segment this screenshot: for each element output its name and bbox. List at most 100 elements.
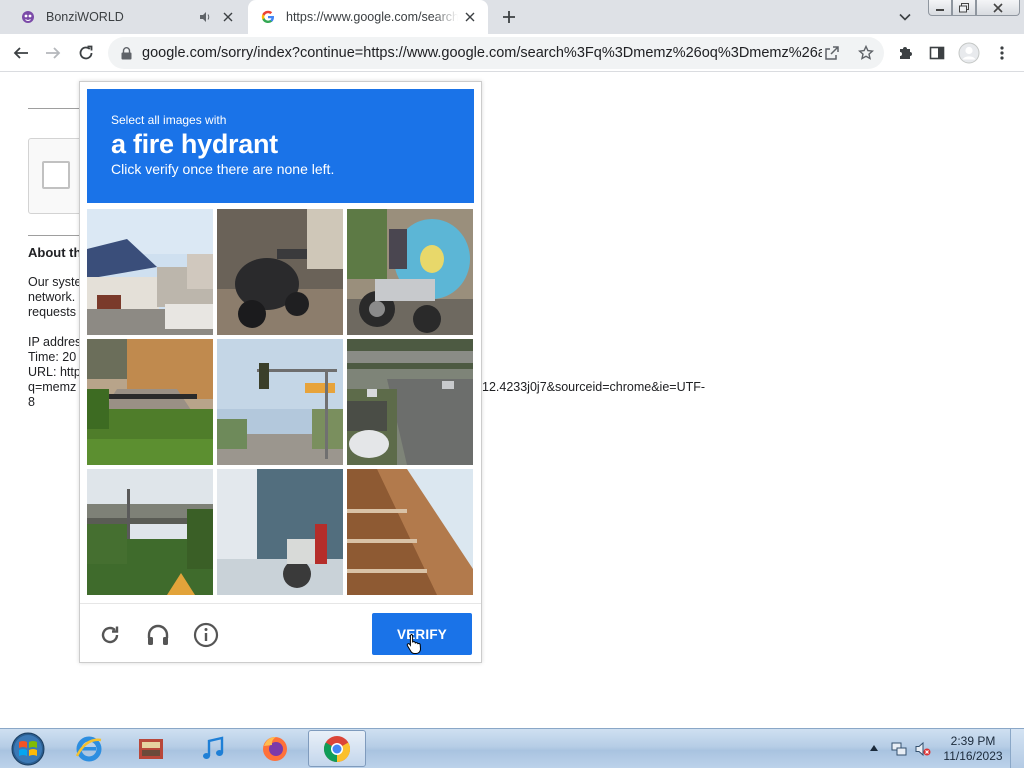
url-line: 8 xyxy=(28,395,35,409)
address-bar[interactable]: google.com/sorry/index?continue=https://… xyxy=(108,37,884,69)
back-button[interactable] xyxy=(7,39,35,67)
bookmark-star-icon[interactable] xyxy=(854,41,878,65)
tab-search-button[interactable] xyxy=(893,6,917,28)
headphones-icon xyxy=(147,624,169,645)
url-text[interactable]: google.com/sorry/index?continue=https://… xyxy=(142,45,822,61)
reload-challenge-button[interactable] xyxy=(95,620,125,650)
image-tile[interactable] xyxy=(217,209,343,335)
internet-explorer-icon xyxy=(75,736,102,761)
divider xyxy=(28,108,80,109)
kebab-menu-icon xyxy=(1000,46,1004,60)
profile-button[interactable] xyxy=(955,39,983,67)
ip-address-line: IP addres xyxy=(28,335,82,349)
forward-button[interactable] xyxy=(39,39,67,67)
image-tile[interactable] xyxy=(347,209,473,335)
reload-icon xyxy=(79,45,93,60)
itunes-icon xyxy=(203,735,224,759)
taskbar-media-center[interactable] xyxy=(122,730,180,767)
new-tab-button[interactable] xyxy=(497,5,521,29)
paragraph-line: requests xyxy=(28,305,76,319)
taskbar-itunes[interactable] xyxy=(184,730,242,767)
divider xyxy=(28,235,80,236)
arrow-left-icon xyxy=(13,47,28,59)
taskbar: 2:39 PM 11/16/2023 xyxy=(0,728,1024,768)
side-panel-button[interactable] xyxy=(923,39,951,67)
tab-title: https://www.google.com/search? xyxy=(286,10,458,24)
image-tile[interactable] xyxy=(347,469,473,595)
tab-bonziworld[interactable]: BonziWORLD xyxy=(8,0,246,34)
house-with-solar-panels-image xyxy=(87,209,213,335)
image-tile[interactable] xyxy=(87,209,213,335)
url-line: q=memz xyxy=(28,380,77,394)
volume-muted-icon[interactable] xyxy=(914,740,932,758)
time-line: Time: 20 xyxy=(28,350,77,364)
recaptcha-challenge: Select all images with a fire hydrant Cl… xyxy=(79,81,482,663)
image-tile[interactable] xyxy=(217,339,343,465)
tab-strip: BonziWORLD https://www.google.com/search… xyxy=(0,0,1024,34)
delivery-motorcycle-image xyxy=(347,209,473,335)
image-tile[interactable] xyxy=(217,469,343,595)
share-icon[interactable] xyxy=(820,41,844,65)
image-grid xyxy=(87,209,474,596)
system-clock[interactable]: 2:39 PM 11/16/2023 xyxy=(940,734,1006,764)
firefox-icon xyxy=(263,736,287,761)
close-icon xyxy=(993,2,1003,13)
extensions-button[interactable] xyxy=(891,39,919,67)
network-icon[interactable] xyxy=(890,740,908,758)
menu-button[interactable] xyxy=(988,39,1016,67)
motorcycle-by-building-image xyxy=(217,469,343,595)
url-line: URL: http xyxy=(28,365,81,379)
url-line-tail: 12.4233j0j7&sourceid=chrome&ie=UTF- xyxy=(482,380,706,394)
show-hidden-icons-button[interactable] xyxy=(868,741,880,755)
puzzle-icon xyxy=(900,47,912,59)
lock-icon[interactable] xyxy=(118,45,134,61)
prompt-intro: Select all images with xyxy=(111,113,227,127)
google-g-icon xyxy=(260,9,276,25)
browser-toolbar: google.com/sorry/index?continue=https://… xyxy=(0,34,1024,72)
paragraph-line: Our syste xyxy=(28,275,82,289)
show-desktop-button[interactable] xyxy=(1010,729,1024,768)
taskbar-firefox[interactable] xyxy=(246,730,304,767)
image-tile[interactable] xyxy=(87,469,213,595)
reload-button[interactable] xyxy=(72,39,100,67)
challenge-header: Select all images with a fire hydrant Cl… xyxy=(87,89,474,203)
prompt-instruction: Click verify once there are none left. xyxy=(111,161,335,177)
image-tile[interactable] xyxy=(87,339,213,465)
building-balcony-image xyxy=(347,469,473,595)
taskbar-chrome[interactable] xyxy=(308,730,366,767)
about-heading: About th xyxy=(28,245,82,260)
traffic-light-street-image xyxy=(217,339,343,465)
hand-cursor-icon xyxy=(406,634,422,654)
paragraph-line: network. xyxy=(28,290,76,304)
tab-google-search[interactable]: https://www.google.com/search? xyxy=(248,0,488,34)
chevron-down-icon xyxy=(899,13,911,21)
overpass-and-trees-image xyxy=(87,469,213,595)
tab-title: BonziWORLD xyxy=(46,10,124,24)
taskbar-internet-explorer[interactable] xyxy=(60,730,118,767)
start-button[interactable] xyxy=(6,731,50,767)
image-tile[interactable] xyxy=(347,339,473,465)
minimize-button[interactable] xyxy=(928,0,952,16)
verify-button[interactable]: VERIFY xyxy=(372,613,472,655)
triangle-up-icon xyxy=(870,745,878,751)
restore-icon xyxy=(959,2,969,12)
audio-challenge-button[interactable] xyxy=(143,620,173,650)
info-icon xyxy=(193,622,219,648)
bonzi-purple-icon xyxy=(20,9,36,25)
media-center-icon xyxy=(139,738,163,759)
chrome-icon xyxy=(323,735,351,762)
close-icon[interactable] xyxy=(216,5,240,29)
close-icon[interactable] xyxy=(458,5,482,29)
minimize-icon xyxy=(936,8,944,11)
close-window-button[interactable] xyxy=(976,0,1020,16)
recaptcha-checkbox[interactable] xyxy=(42,161,70,189)
help-button[interactable] xyxy=(191,620,221,650)
speaker-icon[interactable] xyxy=(194,6,216,28)
arrow-right-icon xyxy=(46,47,61,59)
restore-button[interactable] xyxy=(952,0,976,16)
windows-start-orb-icon xyxy=(11,732,45,766)
plus-icon xyxy=(503,11,515,23)
avatar-icon xyxy=(958,42,980,64)
porch-steps-and-lawn-image xyxy=(87,339,213,465)
highway-overpass-cars-image xyxy=(347,339,473,465)
